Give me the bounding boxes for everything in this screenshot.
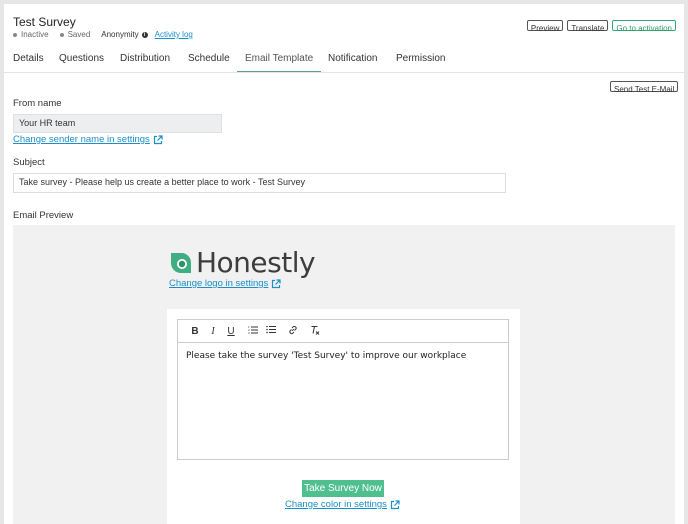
subject-input[interactable]: Take survey - Please help us create a be… [13, 173, 506, 193]
external-link-icon [153, 134, 163, 144]
anonymity-label: Anonymity [101, 30, 139, 39]
tab-notification[interactable]: Notification [328, 48, 377, 71]
go-to-activation-button[interactable]: Go to activation [612, 20, 676, 33]
clear-format-icon[interactable] [306, 325, 324, 338]
bullet-list-icon[interactable] [262, 325, 280, 337]
preview-button[interactable]: Preview [526, 20, 564, 33]
send-test-email-button[interactable]: Send Test E-Mail [610, 81, 679, 94]
ordered-list-icon[interactable]: 123 [244, 325, 262, 337]
tab-email-template[interactable]: Email Template [237, 48, 322, 72]
external-link-icon [272, 278, 281, 288]
change-sender-name-label: Change sender name in settings [13, 134, 150, 145]
email-preview: Honestly Change logo in settings B I U 1… [13, 225, 675, 524]
link-icon[interactable] [284, 325, 302, 338]
change-color-label: Change color in settings [285, 499, 387, 510]
logo-text: Honestly [196, 246, 316, 279]
subject-label: Subject [13, 157, 45, 168]
translate-button[interactable]: Translate [567, 20, 609, 33]
inactive-status-dot [13, 32, 17, 37]
tab-details[interactable]: Details [13, 48, 44, 71]
info-icon[interactable]: i [141, 31, 148, 38]
activity-log-link[interactable]: Activity log [155, 30, 193, 39]
tab-distribution[interactable]: Distribution [120, 48, 170, 71]
external-link-icon [390, 499, 400, 509]
tab-permission[interactable]: Permission [396, 48, 445, 71]
status-inactive: Inactive [21, 30, 49, 39]
editor-toolbar: B I U 123 [178, 320, 508, 343]
email-card: B I U 123 Please take the survey 'Test S… [167, 309, 520, 524]
tab-bar: Details Questions Distribution Schedule … [4, 48, 684, 73]
change-logo-label: Change logo in settings [169, 278, 269, 289]
company-logo: Honestly [169, 246, 316, 279]
bold-button[interactable]: B [186, 326, 204, 337]
rich-text-editor[interactable]: B I U 123 Please take the survey 'Test S… [177, 319, 509, 460]
status-saved: Saved [67, 30, 91, 39]
tab-schedule[interactable]: Schedule [188, 48, 230, 71]
underline-button[interactable]: U [222, 326, 240, 337]
survey-editor-page: Test Survey Inactive Saved Anonymity i A… [4, 4, 684, 524]
survey-meta: Inactive Saved Anonymity i Activity log [13, 30, 193, 39]
from-name-field: Your HR team [13, 114, 222, 133]
tab-questions[interactable]: Questions [59, 48, 104, 71]
honestly-logo-icon [171, 252, 192, 273]
change-sender-name-link[interactable]: Change sender name in settings [13, 134, 163, 145]
take-survey-button[interactable]: Take Survey Now [302, 480, 384, 497]
italic-button[interactable]: I [204, 326, 222, 337]
header-actions: Preview Translate Go to activation [526, 20, 676, 33]
email-preview-label: Email Preview [13, 210, 74, 221]
change-color-link[interactable]: Change color in settings [285, 499, 400, 510]
svg-text:3: 3 [248, 331, 250, 334]
page-title: Test Survey [13, 15, 76, 29]
change-logo-link[interactable]: Change logo in settings [169, 278, 281, 289]
from-name-label: From name [13, 98, 62, 109]
saved-status-dot [59, 32, 64, 37]
email-body-text[interactable]: Please take the survey 'Test Survey' to … [178, 343, 508, 369]
